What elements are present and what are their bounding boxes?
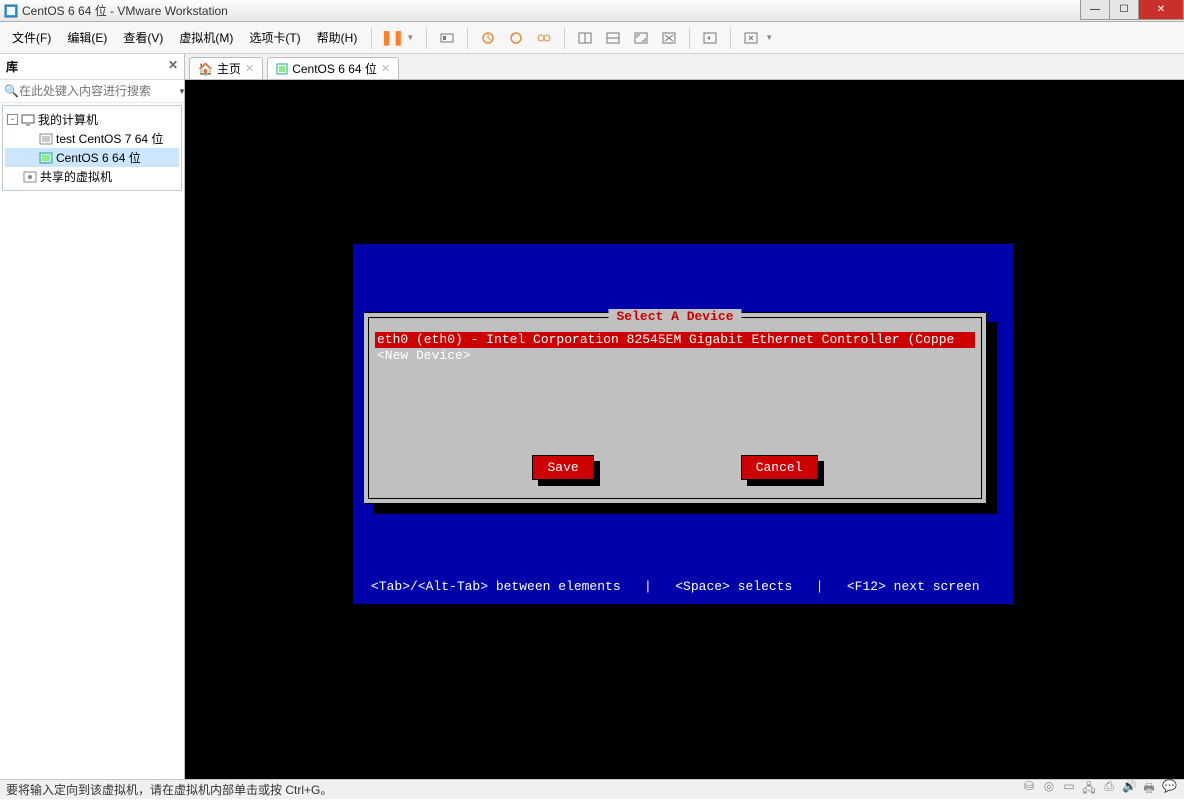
minimize-button[interactable]: — — [1080, 0, 1110, 20]
view-console-icon[interactable] — [601, 26, 625, 50]
separator — [426, 27, 427, 49]
tabs-row: 🏠 主页 ✕ CentOS 6 64 位 ✕ — [185, 54, 1184, 80]
tree-label: 共享的虚拟机 — [40, 168, 112, 185]
separator — [689, 27, 690, 49]
tree-shared-vms[interactable]: 共享的虚拟机 — [5, 167, 179, 186]
separator — [371, 27, 372, 49]
status-device-icons: ⛁ ◎ ▭ 🖧 ⎙ 🔊 🖶 💬 — [1022, 779, 1176, 800]
search-input[interactable] — [19, 84, 174, 98]
fullscreen-icon[interactable] — [629, 26, 653, 50]
tab-label: 主页 — [217, 60, 241, 77]
cycle-view-icon[interactable] — [698, 26, 722, 50]
menu-edit[interactable]: 编辑(E) — [61, 27, 113, 48]
menu-help[interactable]: 帮助(H) — [311, 27, 364, 48]
shared-icon — [23, 171, 37, 183]
tree-toggle-icon[interactable]: - — [7, 114, 18, 125]
usb-icon[interactable]: ⎙ — [1102, 779, 1116, 800]
message-icon[interactable]: 💬 — [1162, 779, 1176, 800]
menu-vm[interactable]: 虚拟机(M) — [173, 27, 239, 48]
dialog-inner-frame: Select A Device eth0 (eth0) - Intel Corp… — [368, 317, 982, 499]
menu-bar: 文件(F) 编辑(E) 查看(V) 虚拟机(M) 选项卡(T) 帮助(H) ❚❚… — [0, 22, 1184, 54]
status-bar: 要将输入定向到该虚拟机，请在虚拟机内部单击或按 Ctrl+G。 ⛁ ◎ ▭ 🖧 … — [0, 779, 1184, 799]
device-row-eth0[interactable]: eth0 (eth0) - Intel Corporation 82545EM … — [375, 332, 975, 348]
select-device-dialog: Select A Device eth0 (eth0) - Intel Corp… — [363, 312, 987, 504]
separator — [564, 27, 565, 49]
tab-label: CentOS 6 64 位 — [292, 60, 377, 77]
tab-close-icon[interactable]: ✕ — [245, 62, 254, 75]
send-ctrl-alt-del-button[interactable] — [435, 26, 459, 50]
floppy-icon[interactable]: ▭ — [1062, 779, 1076, 800]
dialog-title: Select A Device — [608, 309, 741, 324]
vm-console-view[interactable]: Select A Device eth0 (eth0) - Intel Corp… — [185, 80, 1184, 779]
device-list[interactable]: eth0 (eth0) - Intel Corporation 82545EM … — [375, 332, 975, 364]
tree-label: 我的计算机 — [38, 111, 98, 128]
tab-close-icon[interactable]: ✕ — [381, 62, 390, 75]
console-blue-screen: Select A Device eth0 (eth0) - Intel Corp… — [353, 244, 1013, 604]
tree-item-vm-centos6[interactable]: CentOS 6 64 位 — [5, 148, 179, 167]
separator — [467, 27, 468, 49]
tree-label: CentOS 6 64 位 — [56, 149, 141, 166]
snapshot-manage-button[interactable] — [532, 26, 556, 50]
content-area: 🏠 主页 ✕ CentOS 6 64 位 ✕ Select A Device — [185, 54, 1184, 779]
window-title: CentOS 6 64 位 - VMware Workstation — [22, 2, 228, 19]
console-hint: <Tab>/<Alt-Tab> between elements | <Spac… — [353, 579, 1013, 594]
home-icon: 🏠 — [198, 62, 213, 76]
close-button[interactable]: ✕ — [1138, 0, 1184, 20]
tree-item-vm-test[interactable]: test CentOS 7 64 位 — [5, 129, 179, 148]
pause-button[interactable]: ❚❚ — [380, 26, 404, 50]
network-icon[interactable]: 🖧 — [1082, 779, 1096, 800]
tab-home[interactable]: 🏠 主页 ✕ — [189, 57, 263, 79]
window-controls: — ☐ ✕ — [1081, 0, 1184, 20]
sidebar-close-button[interactable]: ✕ — [168, 58, 178, 72]
menu-file[interactable]: 文件(F) — [6, 27, 57, 48]
printer-icon[interactable]: 🖶 — [1142, 779, 1156, 800]
save-button-wrap: Save — [532, 455, 593, 480]
stretch-dropdown[interactable]: ▼ — [765, 33, 777, 42]
unity-icon[interactable] — [657, 26, 681, 50]
vm-running-icon — [39, 152, 53, 164]
dialog-buttons: Save Cancel — [369, 455, 981, 480]
tree-label: test CentOS 7 64 位 — [56, 130, 163, 147]
library-sidebar: 库 ✕ 🔍 ▼ - 我的计算机 test CentOS 7 64 位 — [0, 54, 185, 779]
window-title-bar: CentOS 6 64 位 - VMware Workstation — ☐ ✕ — [0, 0, 1184, 22]
cd-icon[interactable]: ◎ — [1042, 779, 1056, 800]
menu-tabs[interactable]: 选项卡(T) — [243, 27, 306, 48]
vm-running-icon — [276, 63, 288, 75]
sidebar-title: 库 — [6, 58, 18, 75]
vm-icon — [39, 133, 53, 145]
tab-vm-centos6[interactable]: CentOS 6 64 位 ✕ — [267, 57, 399, 79]
tree-root-my-computer[interactable]: - 我的计算机 — [5, 110, 179, 129]
menu-view[interactable]: 查看(V) — [117, 27, 169, 48]
library-tree: - 我的计算机 test CentOS 7 64 位 CentOS 6 64 位 — [2, 105, 182, 191]
separator — [730, 27, 731, 49]
device-row-new[interactable]: <New Device> — [375, 348, 975, 364]
search-row: 🔍 ▼ — [0, 80, 184, 103]
status-text: 要将输入定向到该虚拟机，请在虚拟机内部单击或按 Ctrl+G。 — [6, 781, 332, 798]
sidebar-header: 库 ✕ — [0, 54, 184, 80]
cancel-button[interactable]: Cancel — [741, 455, 818, 480]
view-single-icon[interactable] — [573, 26, 597, 50]
sound-icon[interactable]: 🔊 — [1122, 779, 1136, 800]
save-button[interactable]: Save — [532, 455, 593, 480]
snapshot-revert-button[interactable] — [504, 26, 528, 50]
search-icon: 🔍 — [4, 84, 19, 98]
snapshot-take-button[interactable] — [476, 26, 500, 50]
app-icon — [4, 4, 18, 18]
pause-dropdown[interactable]: ▼ — [406, 33, 418, 42]
monitor-icon — [21, 114, 35, 126]
disk-icon[interactable]: ⛁ — [1022, 779, 1036, 800]
stretch-icon[interactable] — [739, 26, 763, 50]
maximize-button[interactable]: ☐ — [1109, 0, 1139, 20]
cancel-button-wrap: Cancel — [741, 455, 818, 480]
